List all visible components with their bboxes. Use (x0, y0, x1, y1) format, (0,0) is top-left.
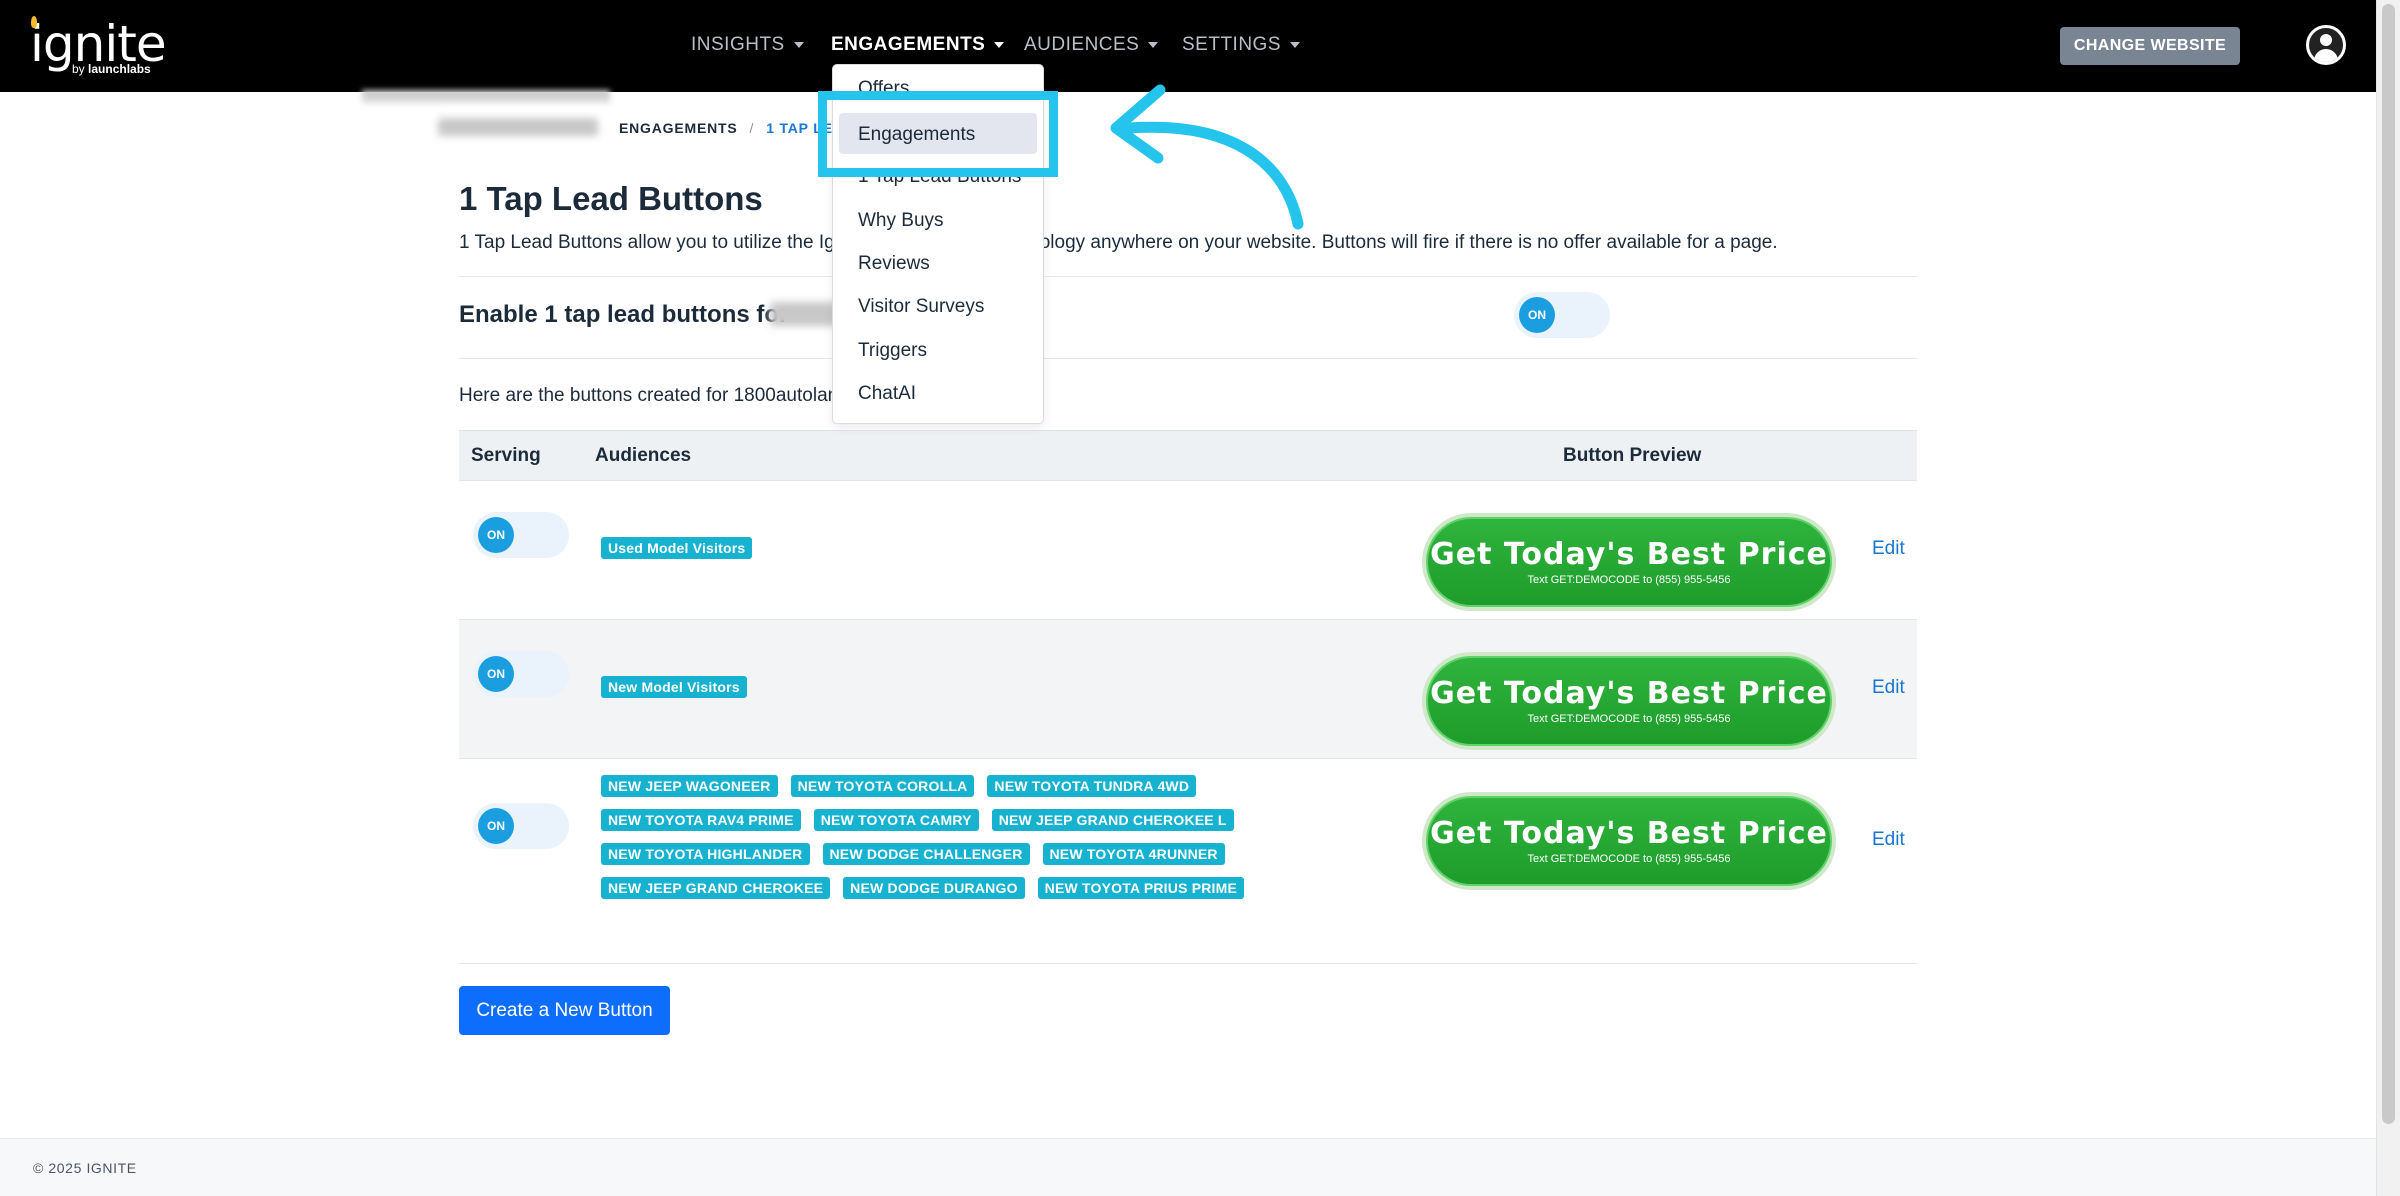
chevron-down-icon (1148, 42, 1159, 48)
header-button-preview: Button Preview (1563, 445, 1702, 466)
chevron-down-icon (994, 42, 1005, 48)
audience-tag: NEW JEEP WAGONEER (601, 775, 778, 797)
edit-link[interactable]: Edit (1872, 677, 1905, 699)
audience-tag: NEW DODGE DURANGO (843, 877, 1025, 899)
ignite-logo[interactable]: ignite by launchlabs (28, 16, 167, 76)
header-serving: Serving (471, 445, 541, 466)
dropdown-item-reviews[interactable]: Reviews (858, 253, 930, 275)
toggle-knob: ON (1519, 297, 1555, 333)
breadcrumb: ENGAGEMENTS / 1 TAP LEA (619, 120, 844, 136)
audience-tag: NEW TOYOTA PRIUS PRIME (1037, 877, 1245, 899)
button-preview: Get Today's Best Price Text GET:DEMOCODE … (1422, 513, 1836, 611)
audience-tag: NEW TOYOTA COROLLA (790, 775, 975, 797)
audience-tag: NEW TOYOTA RAV4 PRIME (601, 809, 801, 831)
logo-flame-icon (31, 16, 37, 28)
nav-audiences[interactable]: AUDIENCES (1024, 34, 1159, 56)
audience-tag: NEW TOYOTA 4RUNNER (1042, 843, 1225, 865)
breadcrumb-separator: / (749, 120, 755, 136)
audience-tag: New Model Visitors (601, 676, 747, 698)
annotation-arrow-icon (1110, 84, 1304, 230)
breadcrumb-engagements[interactable]: ENGAGEMENTS (619, 120, 737, 136)
audience-tag: NEW TOYOTA TUNDRA 4WD (987, 775, 1197, 797)
button-preview: Get Today's Best Price Text GET:DEMOCODE … (1422, 792, 1836, 890)
dropdown-item-visitor-surveys[interactable]: Visitor Surveys (858, 296, 984, 318)
divider (459, 276, 1917, 277)
copyright: © 2025 IGNITE (33, 1160, 137, 1176)
chevron-down-icon (793, 42, 804, 48)
dropdown-item-triggers[interactable]: Triggers (858, 340, 927, 362)
user-avatar-icon[interactable] (2306, 25, 2346, 65)
annotation-focus-box (818, 91, 1058, 177)
header-audiences: Audiences (595, 445, 692, 466)
audience-tags: NEW JEEP WAGONEER NEW TOYOTA COROLLA NEW… (601, 775, 1401, 899)
divider (459, 358, 1917, 359)
audience-tag: NEW TOYOTA CAMRY (813, 809, 979, 831)
redacted-banner (362, 90, 610, 104)
logo-byline: by launchlabs (72, 62, 151, 76)
audience-tags: Used Model Visitors (601, 537, 1391, 559)
edit-link[interactable]: Edit (1872, 538, 1905, 560)
nav-settings[interactable]: SETTINGS (1182, 34, 1301, 56)
audience-tag: Used Model Visitors (601, 537, 753, 559)
redacted-site-name (770, 302, 840, 326)
audience-tags: New Model Visitors (601, 676, 1391, 698)
nav-engagements[interactable]: ENGAGEMENTS (831, 34, 1005, 56)
page-scrollbar[interactable] (2376, 0, 2400, 1196)
dropdown-item-chatai[interactable]: ChatAI (858, 383, 916, 405)
enable-label: Enable 1 tap lead buttons for (459, 301, 789, 328)
audience-tag: NEW TOYOTA HIGHLANDER (601, 843, 810, 865)
audience-tag: NEW JEEP GRAND CHEROKEE (601, 877, 831, 899)
redacted-site-name (438, 118, 598, 136)
footer: © 2025 IGNITE (0, 1138, 2376, 1196)
change-website-button[interactable]: CHANGE WEBSITE (2060, 27, 2240, 65)
table-header: Serving Audiences Button Preview (459, 430, 1917, 480)
serving-toggle[interactable]: ON (473, 803, 569, 849)
edit-link[interactable]: Edit (1872, 829, 1905, 851)
scrollbar-thumb[interactable] (2382, 4, 2395, 1124)
audience-tag: NEW DODGE CHALLENGER (822, 843, 1030, 865)
serving-toggle[interactable]: ON (473, 651, 569, 697)
chevron-down-icon (1290, 42, 1301, 48)
page-title: 1 Tap Lead Buttons (459, 180, 763, 217)
create-new-button[interactable]: Create a New Button (459, 986, 670, 1035)
serving-toggle[interactable]: ON (473, 512, 569, 558)
audience-tag: NEW JEEP GRAND CHEROKEE L (991, 809, 1234, 831)
enable-toggle[interactable]: ON (1514, 292, 1610, 338)
dropdown-item-why-buys[interactable]: Why Buys (858, 210, 944, 232)
button-preview: Get Today's Best Price Text GET:DEMOCODE … (1422, 652, 1836, 750)
nav-insights[interactable]: INSIGHTS (691, 34, 804, 56)
buttons-intro-text: Here are the buttons created for 1800aut… (459, 385, 839, 406)
